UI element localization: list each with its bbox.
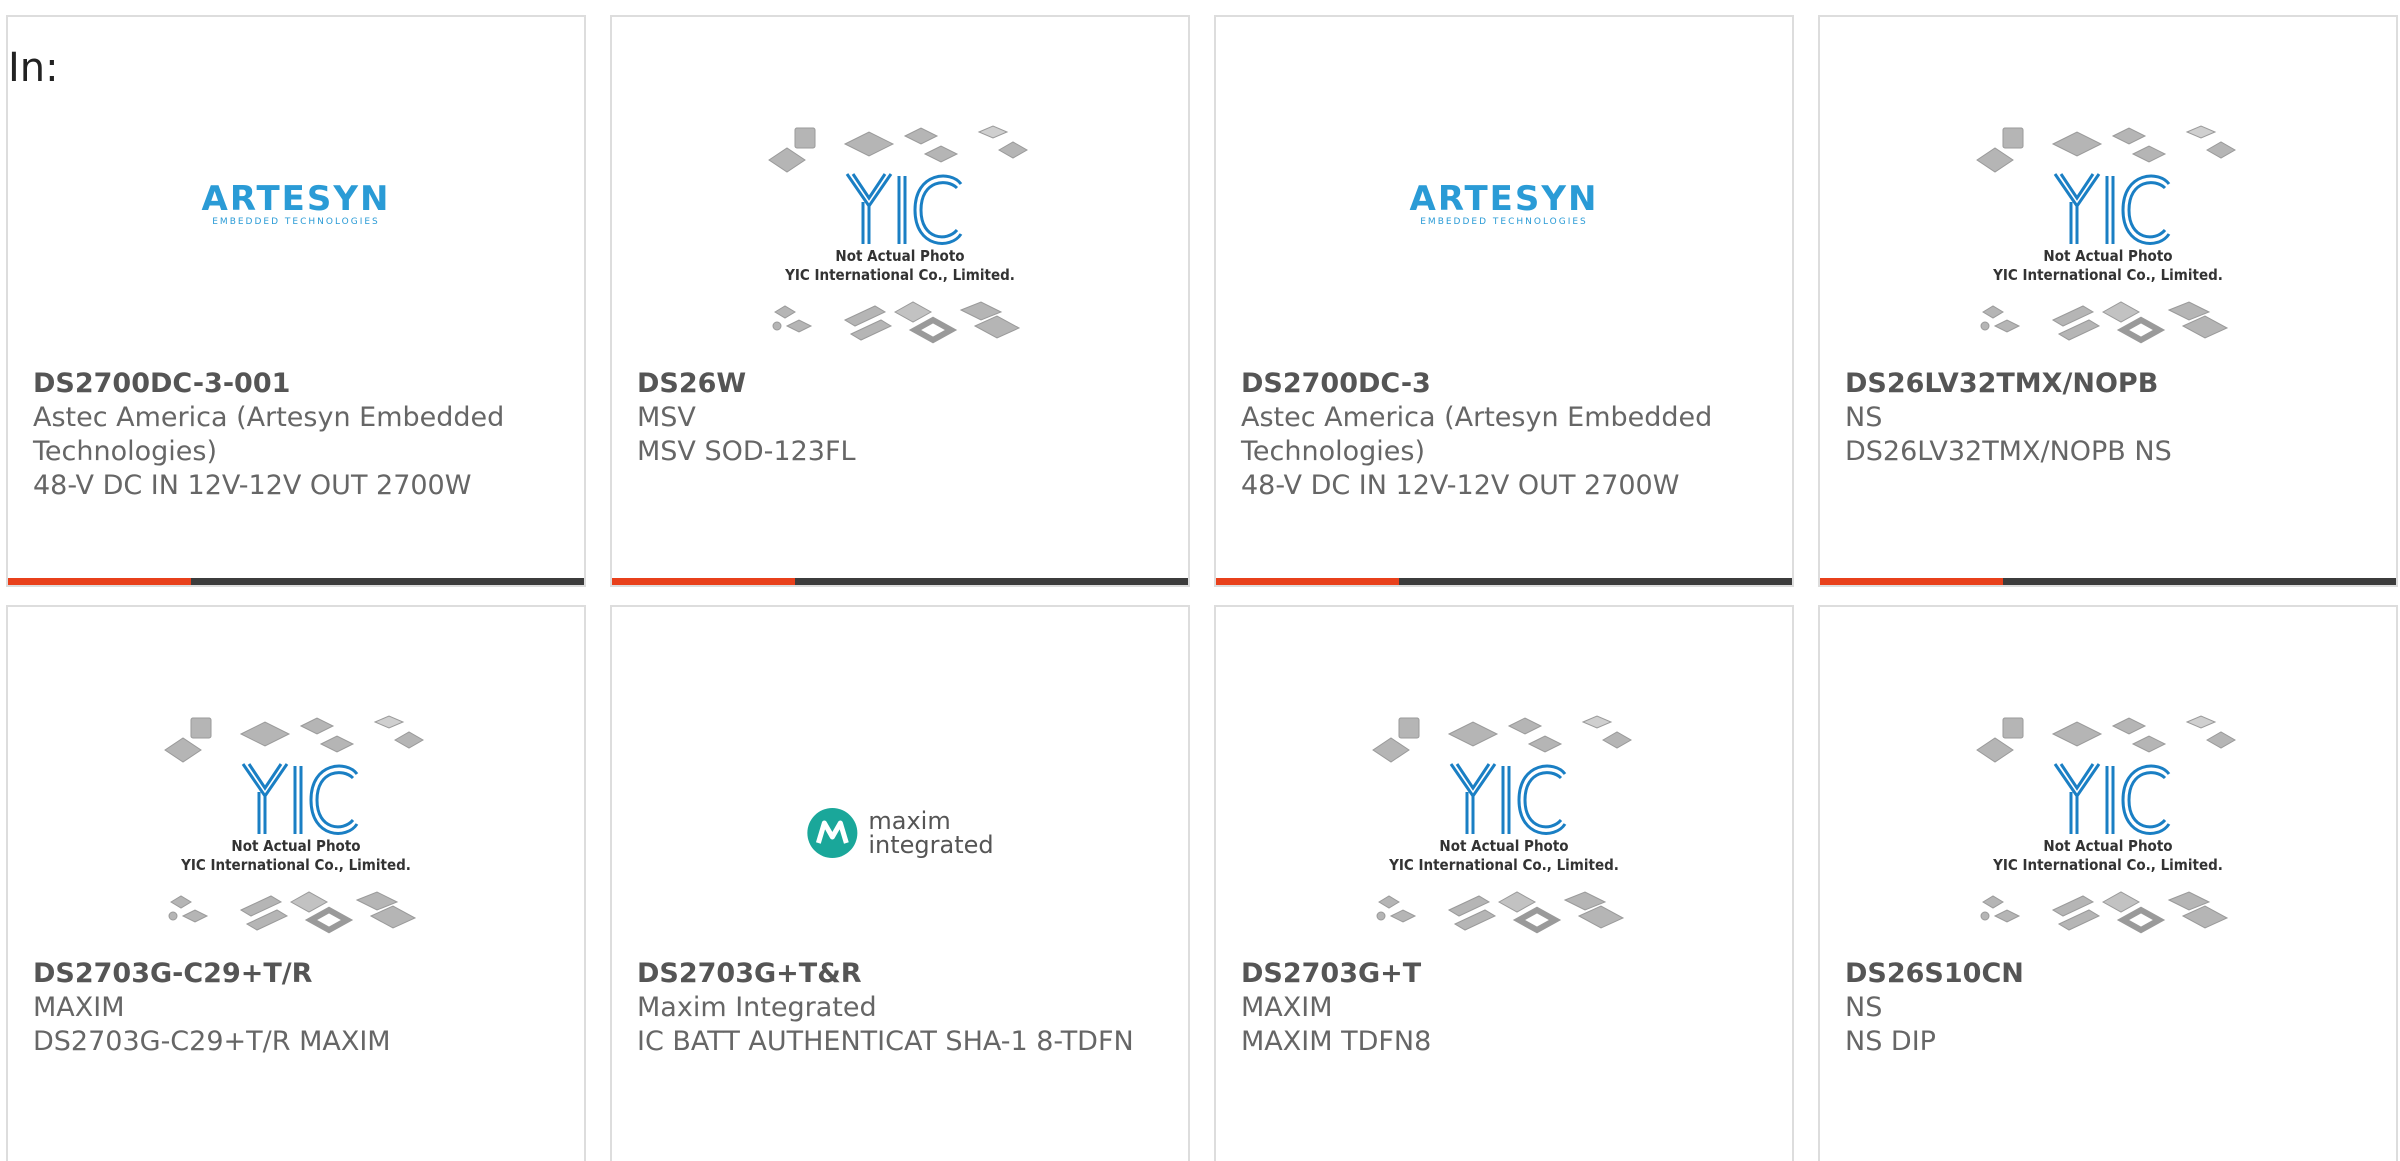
yic-caption: Not Actual Photo YIC International Co., …	[161, 837, 431, 875]
card-hover-bar	[1216, 578, 1792, 585]
product-part-number[interactable]: DS2703G-C29+T/R	[33, 957, 559, 991]
product-description: DS2703G-C29+T/R MAXIM	[33, 1026, 391, 1057]
yic-caption: Not Actual Photo YIC International Co., …	[1973, 837, 2243, 875]
maxim-logo-line1: maxim	[868, 807, 951, 835]
product-manufacturer: Maxim Integrated	[637, 992, 877, 1023]
chip-packages-icon	[1976, 125, 2237, 344]
product-info: DS26LV32TMX/NOPB NS DS26LV32TMX/NOPB NS	[1845, 367, 2371, 469]
chip-packages-icon	[164, 715, 425, 934]
product-card[interactable]: Not Actual Photo YIC International Co., …	[6, 605, 586, 1161]
card-hover-bar-accent	[1820, 578, 2003, 585]
product-manufacturer: Astec America (Artesyn Embedded Technolo…	[33, 402, 505, 467]
product-card[interactable]: Not Actual Photo YIC International Co., …	[1818, 15, 2398, 587]
product-description: MSV SOD-123FL	[637, 436, 856, 467]
product-manufacturer: MSV	[637, 402, 696, 433]
chip-packages-icon	[1976, 715, 2237, 934]
product-description: IC BATT AUTHENTICAT SHA-1 8-TDFN	[637, 1026, 1134, 1057]
product-card[interactable]: Not Actual Photo YIC International Co., …	[1214, 605, 1794, 1161]
product-info: DS2703G+T&R Maxim Integrated IC BATT AUTHE…	[637, 957, 1163, 1059]
card-hover-bar	[612, 578, 1188, 585]
card-hover-bar-accent	[8, 578, 191, 585]
product-part-number[interactable]: DS26LV32TMX/NOPB	[1845, 367, 2371, 401]
product-part-number[interactable]: DS2700DC-3-001	[33, 367, 559, 401]
yic-caption: Not Actual Photo YIC International Co., …	[1973, 247, 2243, 285]
yic-placeholder-image: Not Actual Photo YIC International Co., …	[1973, 712, 2243, 942]
maxim-logo-text: maxim integrated	[868, 809, 993, 857]
product-description: MAXIM TDFN8	[1241, 1026, 1432, 1057]
product-image[interactable]: Not Actual Photo YIC International Co., …	[1820, 77, 2396, 362]
product-part-number[interactable]: DS2703G+T	[1241, 957, 1767, 991]
chip-packages-icon	[768, 125, 1029, 344]
product-card[interactable]: Not Actual Photo YIC International Co., …	[1818, 605, 2398, 1161]
product-description: DS26LV32TMX/NOPB NS	[1845, 436, 2172, 467]
card-hover-bar-accent	[612, 578, 795, 585]
product-grid-page: ARTESYN EMBEDDED TECHNOLOGIES DS2700DC-3…	[0, 0, 2400, 1161]
product-info: DS2703G-C29+T/R MAXIM DS2703G-C29+T/R MAXI…	[33, 957, 559, 1059]
product-image[interactable]: ARTESYN EMBEDDED TECHNOLOGIES	[1216, 77, 1792, 362]
artesyn-logo-name: ARTESYN	[201, 179, 391, 219]
product-image[interactable]: Not Actual Photo YIC International Co., …	[1820, 667, 2396, 952]
artesyn-logo: ARTESYN EMBEDDED TECHNOLOGIES	[202, 182, 391, 228]
product-card[interactable]: maxim integrated DS2703G+T&R Maxim Integr…	[610, 605, 1190, 1161]
product-image[interactable]: ARTESYN EMBEDDED TECHNOLOGIES	[8, 77, 584, 362]
product-description: NS DIP	[1845, 1026, 1936, 1057]
product-image[interactable]: maxim integrated	[612, 667, 1188, 952]
yic-placeholder-image: Not Actual Photo YIC International Co., …	[1973, 122, 2243, 352]
product-part-number[interactable]: DS26S10CN	[1845, 957, 2371, 991]
maxim-mark-icon	[807, 808, 858, 858]
card-hover-bar	[1820, 578, 2396, 585]
card-hover-bar-accent	[1216, 578, 1399, 585]
yic-caption-line2: YIC International Co., Limited.	[1993, 856, 2223, 874]
product-info: DS2700DC-3-001 Astec America (Artesyn Emb…	[33, 367, 559, 503]
artesyn-logo-tagline: EMBEDDED TECHNOLOGIES	[1420, 217, 1588, 227]
yic-caption-line2: YIC International Co., Limited.	[181, 856, 411, 874]
product-info: DS26S10CN NS NS DIP	[1845, 957, 2371, 1059]
product-info: DS2700DC-3 Astec America (Artesyn Embedde…	[1241, 367, 1767, 503]
product-manufacturer: NS	[1845, 402, 1883, 433]
product-description: 48-V DC IN 12V-12V OUT 2700W	[1241, 470, 1680, 501]
product-info: DS2703G+T MAXIM MAXIM TDFN8	[1241, 957, 1767, 1059]
maxim-logo: maxim integrated	[806, 807, 994, 859]
yic-caption-line2: YIC International Co., Limited.	[1389, 856, 1619, 874]
yic-caption: Not Actual Photo YIC International Co., …	[765, 247, 1035, 285]
product-manufacturer: MAXIM	[33, 992, 125, 1023]
product-part-number[interactable]: DS2700DC-3	[1241, 367, 1767, 401]
product-card[interactable]: Not Actual Photo YIC International Co., …	[610, 15, 1190, 587]
product-description: 48-V DC IN 12V-12V OUT 2700W	[33, 470, 472, 501]
product-part-number[interactable]: DS2703G+T&R	[637, 957, 1163, 991]
yic-placeholder-image: Not Actual Photo YIC International Co., …	[1369, 712, 1639, 942]
yic-caption-line2: YIC International Co., Limited.	[785, 266, 1015, 284]
product-manufacturer: NS	[1845, 992, 1883, 1023]
yic-caption: Not Actual Photo YIC International Co., …	[1369, 837, 1639, 875]
chip-packages-icon	[1372, 715, 1633, 934]
product-card[interactable]: ARTESYN EMBEDDED TECHNOLOGIES DS2700DC-3…	[6, 15, 586, 587]
product-part-number[interactable]: DS26W	[637, 367, 1163, 401]
yic-caption-line1: Not Actual Photo	[231, 837, 361, 855]
yic-caption-line2: YIC International Co., Limited.	[1993, 266, 2223, 284]
maxim-logo-line2: integrated	[868, 831, 994, 859]
artesyn-logo-name: ARTESYN	[1409, 179, 1599, 219]
yic-placeholder-image: Not Actual Photo YIC International Co., …	[161, 712, 431, 942]
yic-placeholder-image: Not Actual Photo YIC International Co., …	[765, 122, 1035, 352]
product-image[interactable]: Not Actual Photo YIC International Co., …	[8, 667, 584, 952]
product-image[interactable]: Not Actual Photo YIC International Co., …	[1216, 667, 1792, 952]
yic-caption-line1: Not Actual Photo	[2043, 837, 2173, 855]
artesyn-logo-tagline: EMBEDDED TECHNOLOGIES	[212, 217, 380, 227]
yic-caption-line1: Not Actual Photo	[1439, 837, 1569, 855]
product-manufacturer: Astec America (Artesyn Embedded Technolo…	[1241, 402, 1713, 467]
yic-caption-line1: Not Actual Photo	[2043, 247, 2173, 265]
product-info: DS26W MSV MSV SOD-123FL	[637, 367, 1163, 469]
in-label: In:	[8, 45, 59, 91]
product-image[interactable]: Not Actual Photo YIC International Co., …	[612, 77, 1188, 362]
product-manufacturer: MAXIM	[1241, 992, 1333, 1023]
yic-caption-line1: Not Actual Photo	[835, 247, 965, 265]
card-hover-bar	[8, 578, 584, 585]
product-card[interactable]: ARTESYN EMBEDDED TECHNOLOGIES DS2700DC-3…	[1214, 15, 1794, 587]
artesyn-logo: ARTESYN EMBEDDED TECHNOLOGIES	[1410, 182, 1599, 228]
